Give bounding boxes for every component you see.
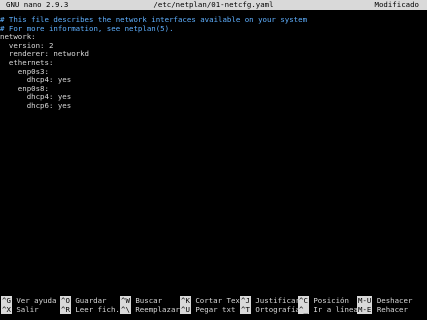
shortcut-exit[interactable]: ^X Salir — [1, 305, 39, 315]
title-bar: GNU nano 2.9.3 /etc/netplan/01-netcfg.ya… — [0, 0, 427, 10]
shortcut-bar: ^G Ver ayuda ^O Guardar ^W Buscar ^K Cor… — [0, 296, 427, 317]
shortcut-key: M-E — [357, 305, 373, 314]
shortcut-key: ^O — [60, 296, 71, 305]
shortcut-key: ^R — [60, 305, 71, 314]
shortcut-key: ^K — [180, 296, 191, 305]
shortcut-key: ^C — [298, 296, 309, 305]
shortcut-row: ^X Salir ^R Leer fich. ^\ Reemplazar ^U … — [0, 305, 427, 315]
shortcut-label: Ortografía — [255, 305, 300, 314]
shortcut-label: Ir a línea — [313, 305, 358, 314]
shortcut-label: Posición — [313, 296, 349, 305]
app-name: GNU nano 2.9.3 — [6, 0, 69, 9]
modified-status: Modificado — [374, 0, 420, 9]
editor-area[interactable]: # This file describes the network interf… — [0, 15, 427, 111]
shortcut-key: ^X — [1, 305, 12, 314]
shortcut-label: Justificar — [255, 296, 300, 305]
shortcut-label: Rehacer — [376, 305, 408, 314]
shortcut-paste[interactable]: ^U Pegar txt — [180, 305, 236, 315]
shortcut-key: ^J — [240, 296, 251, 305]
editor-line[interactable]: network: — [0, 33, 427, 42]
shortcut-key: ^\ — [120, 305, 131, 314]
shortcut-key: ^G — [1, 296, 12, 305]
shortcut-key: ^T — [240, 305, 251, 314]
shortcut-label: Ver ayuda — [16, 296, 57, 305]
editor-line[interactable]: dhcp6: yes — [0, 101, 427, 111]
shortcut-key: ^U — [180, 305, 191, 314]
file-name: /etc/netplan/01-netcfg.yaml — [153, 0, 274, 9]
shortcut-replace[interactable]: ^\ Reemplazar — [120, 305, 180, 315]
shortcut-key: M-U — [357, 296, 373, 305]
shortcut-label: Salir — [16, 305, 39, 314]
shortcut-label: Deshacer — [376, 296, 413, 305]
shortcut-read-file[interactable]: ^R Leer fich. — [60, 305, 120, 315]
shortcut-spell[interactable]: ^T Ortografía — [240, 305, 300, 315]
shortcut-label: Cortar Text — [195, 296, 245, 305]
shortcut-goto-line[interactable]: ^_ Ir a línea — [298, 305, 358, 315]
editor-line[interactable]: renderer: networkd — [0, 50, 427, 59]
editor-line[interactable]: dhcp4: yes — [0, 76, 427, 85]
shortcut-key: ^W — [120, 296, 131, 305]
shortcut-label: Reemplazar — [135, 305, 180, 314]
shortcut-redo[interactable]: M-E Rehacer — [357, 305, 408, 315]
editor-line[interactable]: # For more information, see netplan(5). — [0, 24, 427, 34]
shortcut-label: Guardar — [75, 296, 107, 305]
shortcut-label: Leer fich. — [75, 305, 120, 314]
shortcut-label: Pegar txt — [195, 305, 236, 314]
editor-line[interactable]: ethernets: — [0, 58, 427, 68]
shortcut-label: Buscar — [135, 296, 163, 305]
shortcut-key: ^_ — [298, 305, 309, 314]
